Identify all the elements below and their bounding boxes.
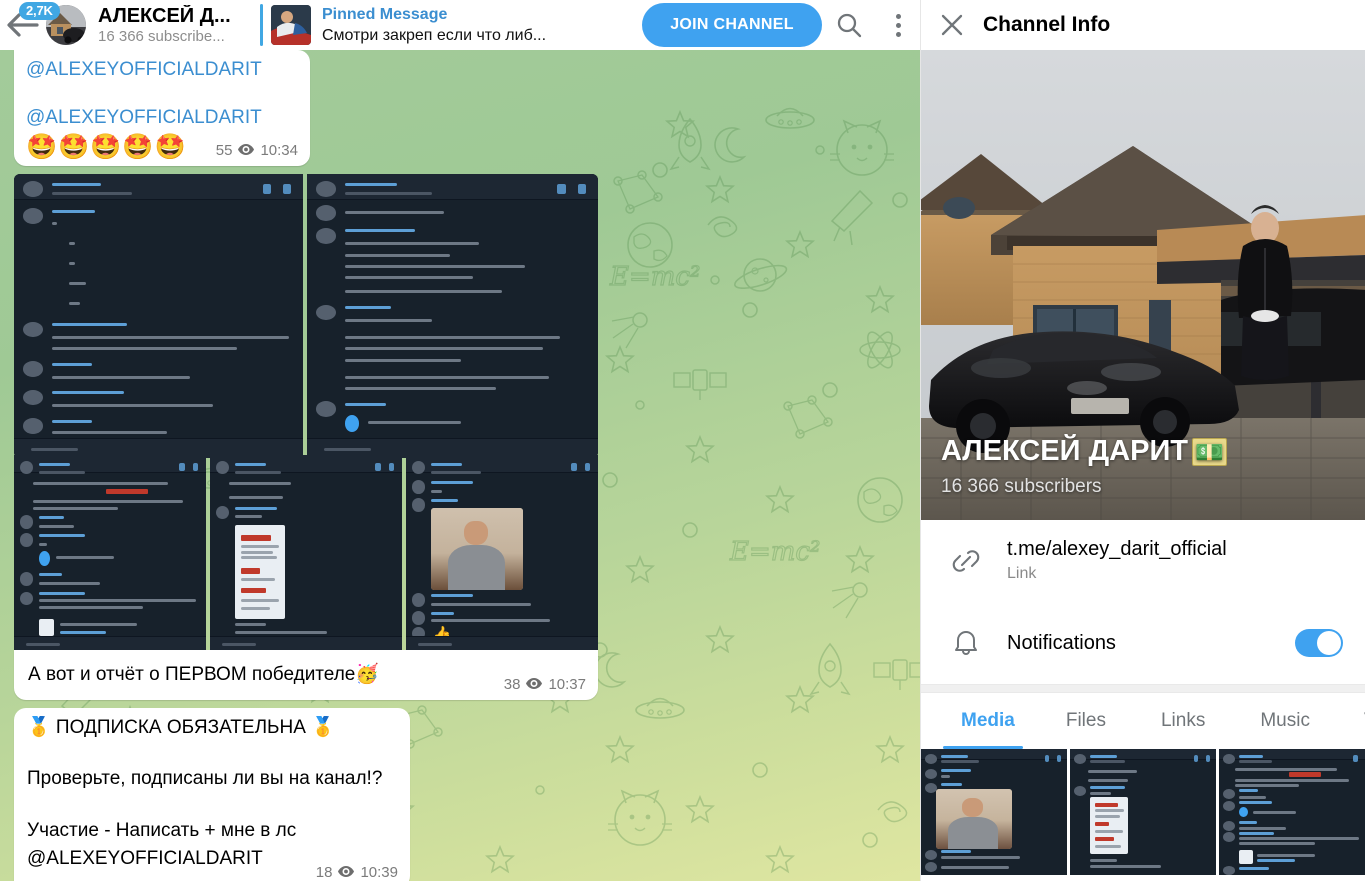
tab-music[interactable]: Music (1260, 710, 1310, 732)
message-text-mention[interactable]: @ALEXEYOFFICIALDARIT (26, 55, 262, 85)
channel-link-text: t.me/alexey_darit_official Link (1007, 536, 1365, 586)
cover-channel-name-text: АЛЕКСЕЙ ДАРИТ (941, 435, 1188, 467)
cover-subscriber-count: 16 366 subscribers (941, 476, 1102, 497)
message-text-mention[interactable]: @ALEXEYOFFICIALDARIT (26, 103, 262, 133)
close-icon (941, 14, 963, 36)
notifications-toggle[interactable] (1295, 629, 1343, 657)
eye-icon (526, 676, 543, 693)
message-meta: 38 10:37 (504, 676, 586, 693)
link-icon (949, 544, 1007, 578)
tab-files[interactable]: Files (1066, 710, 1106, 732)
eye-icon (338, 864, 355, 881)
message-bubble[interactable]: А вот и отчёт о ПЕРВОМ победителе🥳 38 10… (14, 650, 598, 700)
info-panel-title: Channel Info (983, 13, 1111, 36)
media-thumb-3[interactable] (1219, 749, 1365, 875)
channel-cover-photo[interactable]: АЛЕКСЕЙ ДАРИТ 💵 16 366 subscribers (921, 50, 1365, 520)
pinned-message[interactable]: Pinned Message Смотри закреп если что ли… (260, 3, 592, 47)
album-photo[interactable] (307, 174, 598, 458)
pinned-snippet: Смотри закреп если что либ... (322, 26, 547, 44)
media-tabs: Media Files Links Music Voice (921, 693, 1365, 749)
view-count: 18 (315, 864, 333, 881)
back-button[interactable]: 2,7K (0, 0, 60, 50)
message-text: Проверьте, подписаны ли вы на канал!? (27, 768, 383, 789)
message-text: 🥇 ПОДПИСКА ОБЯЗАТЕЛЬНА 🥇 (27, 717, 335, 738)
view-count: 38 (503, 676, 521, 693)
channel-info-pane: Channel Info АЛЕКСЕЙ ДАРИТ 💵 16 366 subs… (920, 0, 1365, 881)
message-text: Участие - Написать + мне в лс (27, 820, 297, 841)
notifications-row[interactable]: Notifications (921, 602, 1365, 684)
view-count: 55 (215, 142, 233, 159)
money-emoji: 💵 (1192, 437, 1227, 466)
message-time: 10:37 (548, 676, 586, 693)
pinned-text-block: Pinned Message Смотри закреп если что ли… (322, 5, 592, 46)
close-button[interactable] (921, 0, 983, 50)
subscriber-count: 16 366 subscribe... (98, 27, 225, 45)
message-time: 10:34 (260, 142, 298, 159)
unread-badge: 2,7K (19, 2, 60, 20)
message-bubble[interactable]: @ALEXEYOFFICIALDARIT @ALEXEYOFFICIALDARI… (14, 50, 310, 166)
media-album-1[interactable] (14, 174, 598, 458)
join-channel-button[interactable]: JOIN CHANNEL (642, 3, 822, 47)
album-photo[interactable] (14, 174, 303, 458)
message-caption: А вот и отчёт о ПЕРВОМ победителе🥳 (28, 664, 380, 685)
tab-media[interactable]: Media (961, 710, 1015, 732)
cover-channel-name: АЛЕКСЕЙ ДАРИТ 💵 (941, 435, 1227, 468)
page-title: АЛЕКСЕЙ Д... (98, 4, 231, 27)
search-button[interactable] (822, 0, 876, 50)
info-header: Channel Info (921, 0, 1365, 50)
pinned-thumb-image (271, 5, 311, 45)
channel-link-url[interactable]: t.me/alexey_darit_official (1007, 536, 1365, 562)
notifications-text: Notifications (1007, 630, 1295, 656)
toggle-knob (1317, 631, 1341, 655)
eye-icon (238, 142, 255, 159)
bell-icon (949, 626, 1007, 660)
chat-title-block[interactable]: АЛЕКСЕЙ Д... 16 366 subscribe... (98, 5, 248, 46)
more-options-button[interactable] (876, 0, 920, 50)
media-grid (921, 749, 1365, 875)
message-text-mention[interactable]: @ALEXEYOFFICIALDARIT (27, 845, 263, 873)
pinned-label: Pinned Message (322, 5, 448, 23)
more-vertical-icon (895, 12, 901, 39)
channel-link-row[interactable]: t.me/alexey_darit_official Link (921, 520, 1365, 602)
media-thumb-1[interactable] (921, 749, 1067, 875)
search-icon (837, 13, 862, 38)
notifications-label: Notifications (1007, 632, 1116, 654)
message-meta: 18 10:39 (316, 864, 398, 881)
media-thumb-2[interactable] (1070, 749, 1216, 875)
message-bubble[interactable]: 🥇 ПОДПИСКА ОБЯЗАТЕЛЬНА 🥇 Проверьте, подп… (14, 708, 410, 881)
message-time: 10:39 (360, 864, 398, 881)
tab-links[interactable]: Links (1161, 710, 1205, 732)
album-photo[interactable]: 👍 (406, 455, 598, 650)
message-emoji-row: 🤩🤩🤩🤩🤩 (26, 133, 187, 161)
media-album-2[interactable]: 👍 (14, 455, 598, 650)
telegram-window: E=mc² (0, 0, 1365, 881)
album-photo[interactable] (14, 455, 206, 650)
message-meta: 55 10:34 (216, 142, 298, 159)
channel-link-label: Link (1007, 565, 1037, 582)
section-divider (921, 684, 1365, 693)
chat-pane: E=mc² (0, 0, 920, 881)
album-photo[interactable] (210, 455, 402, 650)
message-list: @ALEXEYOFFICIALDARIT @ALEXEYOFFICIALDARI… (0, 50, 920, 881)
pinned-thumbnail (271, 5, 311, 45)
pinned-accent-bar (260, 4, 263, 46)
chat-header: 2,7K АЛЕКСЕЙ Д... 16 366 subscribe... Pi… (0, 0, 920, 50)
